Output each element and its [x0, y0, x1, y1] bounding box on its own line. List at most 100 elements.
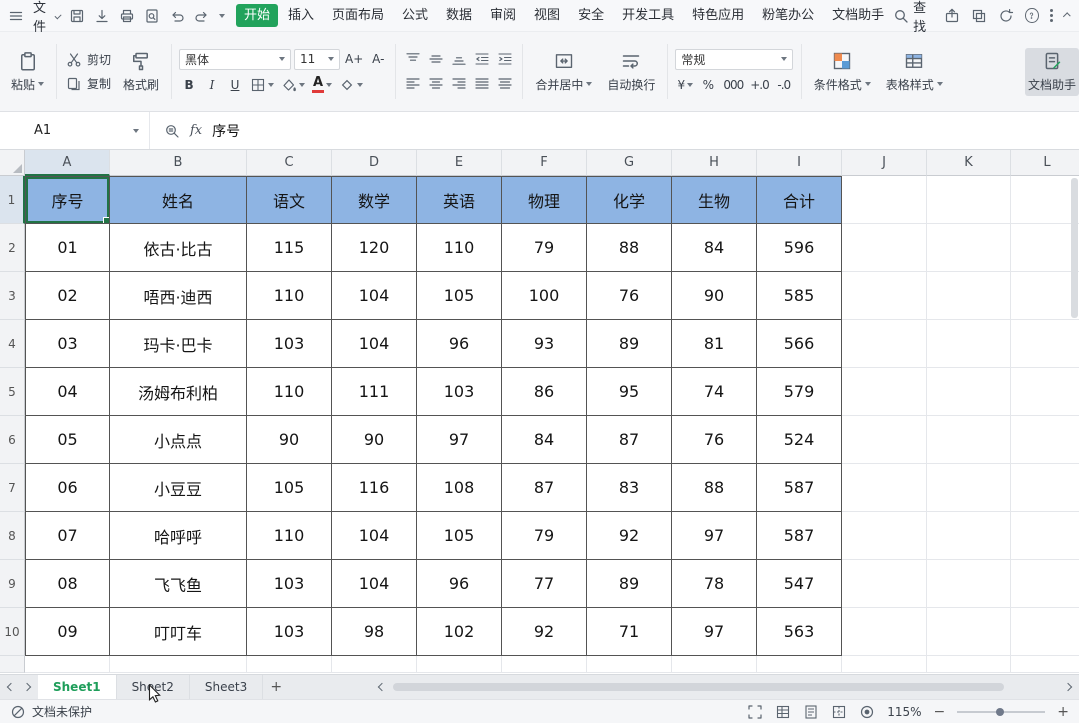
- increase-indent-button[interactable]: [495, 49, 515, 69]
- column-header-F[interactable]: F: [502, 150, 587, 176]
- zoom-slider[interactable]: [957, 707, 1046, 716]
- cell-E3[interactable]: 105: [417, 272, 502, 320]
- cell-G9[interactable]: 89: [587, 560, 672, 608]
- decrease-font-button[interactable]: A-: [368, 49, 388, 69]
- sync-icon[interactable]: [998, 8, 1014, 24]
- highlight-button[interactable]: [337, 75, 365, 95]
- formula-content[interactable]: 序号: [212, 121, 240, 141]
- cell-A6[interactable]: 05: [25, 416, 110, 464]
- align-left-button[interactable]: [403, 74, 423, 94]
- redo-dropdown-icon[interactable]: [218, 13, 225, 18]
- add-sheet-button[interactable]: +: [263, 675, 289, 699]
- column-header-J[interactable]: J: [842, 150, 927, 176]
- cell-C7[interactable]: 105: [247, 464, 332, 512]
- save-icon[interactable]: [69, 8, 85, 24]
- cell-H3[interactable]: 90: [672, 272, 757, 320]
- page-break-view-icon[interactable]: [831, 704, 847, 720]
- cell-D1[interactable]: 数学: [332, 176, 417, 224]
- justify-button[interactable]: [472, 74, 492, 94]
- cell-G11[interactable]: [587, 656, 672, 673]
- cell-F6[interactable]: 84: [502, 416, 587, 464]
- column-header-G[interactable]: G: [587, 150, 672, 176]
- column-header-K[interactable]: K: [927, 150, 1011, 176]
- menu-tab-数据[interactable]: 数据: [438, 4, 480, 27]
- align-bottom-button[interactable]: [449, 49, 469, 69]
- name-box[interactable]: A1: [0, 112, 150, 149]
- cell-B5[interactable]: 汤姆布利柏: [110, 368, 247, 416]
- cell-D3[interactable]: 104: [332, 272, 417, 320]
- increase-decimal-button[interactable]: +.0: [748, 75, 771, 95]
- cell-J1[interactable]: [842, 176, 927, 224]
- normal-view-icon[interactable]: [775, 704, 791, 720]
- select-all-corner[interactable]: [0, 150, 25, 176]
- cell-E2[interactable]: 110: [417, 224, 502, 272]
- cell-H6[interactable]: 76: [672, 416, 757, 464]
- cell-E9[interactable]: 96: [417, 560, 502, 608]
- cell-F4[interactable]: 93: [502, 320, 587, 368]
- align-right-button[interactable]: [449, 74, 469, 94]
- cell-J5[interactable]: [842, 368, 927, 416]
- column-header-I[interactable]: I: [757, 150, 842, 176]
- cell-D8[interactable]: 104: [332, 512, 417, 560]
- menu-tab-公式[interactable]: 公式: [394, 4, 436, 27]
- cell-I6[interactable]: 524: [757, 416, 842, 464]
- cell-J11[interactable]: [842, 656, 927, 673]
- cell-B9[interactable]: 飞飞鱼: [110, 560, 247, 608]
- cell-H11[interactable]: [672, 656, 757, 673]
- cell-F2[interactable]: 79: [502, 224, 587, 272]
- cell-I11[interactable]: [757, 656, 842, 673]
- menu-tab-插入[interactable]: 插入: [280, 4, 322, 27]
- cell-D11[interactable]: [332, 656, 417, 673]
- cell-D9[interactable]: 104: [332, 560, 417, 608]
- cell-L2[interactable]: [1011, 224, 1079, 272]
- row-header-5[interactable]: 5: [0, 368, 25, 416]
- cell-I1[interactable]: 合计: [757, 176, 842, 224]
- cell-B4[interactable]: 玛卡·巴卡: [110, 320, 247, 368]
- cell-C3[interactable]: 110: [247, 272, 332, 320]
- cell-G10[interactable]: 71: [587, 608, 672, 656]
- column-header-C[interactable]: C: [247, 150, 332, 176]
- italic-button[interactable]: I: [202, 75, 222, 95]
- row-header-1[interactable]: 1: [0, 176, 25, 224]
- menu-tab-安全[interactable]: 安全: [570, 4, 612, 27]
- zoom-slider-thumb[interactable]: [995, 707, 1004, 716]
- cell-L11[interactable]: [1011, 656, 1079, 673]
- menu-tab-文档助手[interactable]: 文档助手: [824, 4, 892, 27]
- cell-E4[interactable]: 96: [417, 320, 502, 368]
- cell-L1[interactable]: [1011, 176, 1079, 224]
- cell-L9[interactable]: [1011, 560, 1079, 608]
- export-icon[interactable]: [94, 8, 110, 24]
- cell-K8[interactable]: [927, 512, 1011, 560]
- cell-G2[interactable]: 88: [587, 224, 672, 272]
- table-style-button[interactable]: 表格样式: [881, 48, 948, 96]
- align-center-button[interactable]: [426, 74, 446, 94]
- cell-G3[interactable]: 76: [587, 272, 672, 320]
- cell-E6[interactable]: 97: [417, 416, 502, 464]
- cell-L7[interactable]: [1011, 464, 1079, 512]
- cell-J9[interactable]: [842, 560, 927, 608]
- cell-J3[interactable]: [842, 272, 927, 320]
- cell-K11[interactable]: [927, 656, 1011, 673]
- cell-F5[interactable]: 86: [502, 368, 587, 416]
- menu-tab-粉笔办公[interactable]: 粉笔办公: [754, 4, 822, 27]
- paste-button[interactable]: 粘贴: [6, 48, 49, 96]
- cell-I8[interactable]: 587: [757, 512, 842, 560]
- cell-B11[interactable]: [110, 656, 247, 673]
- menu-tab-审阅[interactable]: 审阅: [482, 4, 524, 27]
- column-header-B[interactable]: B: [110, 150, 247, 176]
- format-painter-button[interactable]: 格式刷: [118, 48, 164, 96]
- row-header-4[interactable]: 4: [0, 320, 25, 368]
- print-icon[interactable]: [119, 8, 135, 24]
- cell-L4[interactable]: [1011, 320, 1079, 368]
- column-header-L[interactable]: L: [1011, 150, 1079, 176]
- cell-C5[interactable]: 110: [247, 368, 332, 416]
- row-header-7[interactable]: 7: [0, 464, 25, 512]
- cell-F9[interactable]: 77: [502, 560, 587, 608]
- find-button[interactable]: 查找: [893, 0, 933, 35]
- percent-button[interactable]: %: [698, 75, 718, 95]
- cell-G5[interactable]: 95: [587, 368, 672, 416]
- zoom-out-button[interactable]: −: [934, 704, 946, 720]
- cell-K5[interactable]: [927, 368, 1011, 416]
- cell-F7[interactable]: 87: [502, 464, 587, 512]
- cell-L10[interactable]: [1011, 608, 1079, 656]
